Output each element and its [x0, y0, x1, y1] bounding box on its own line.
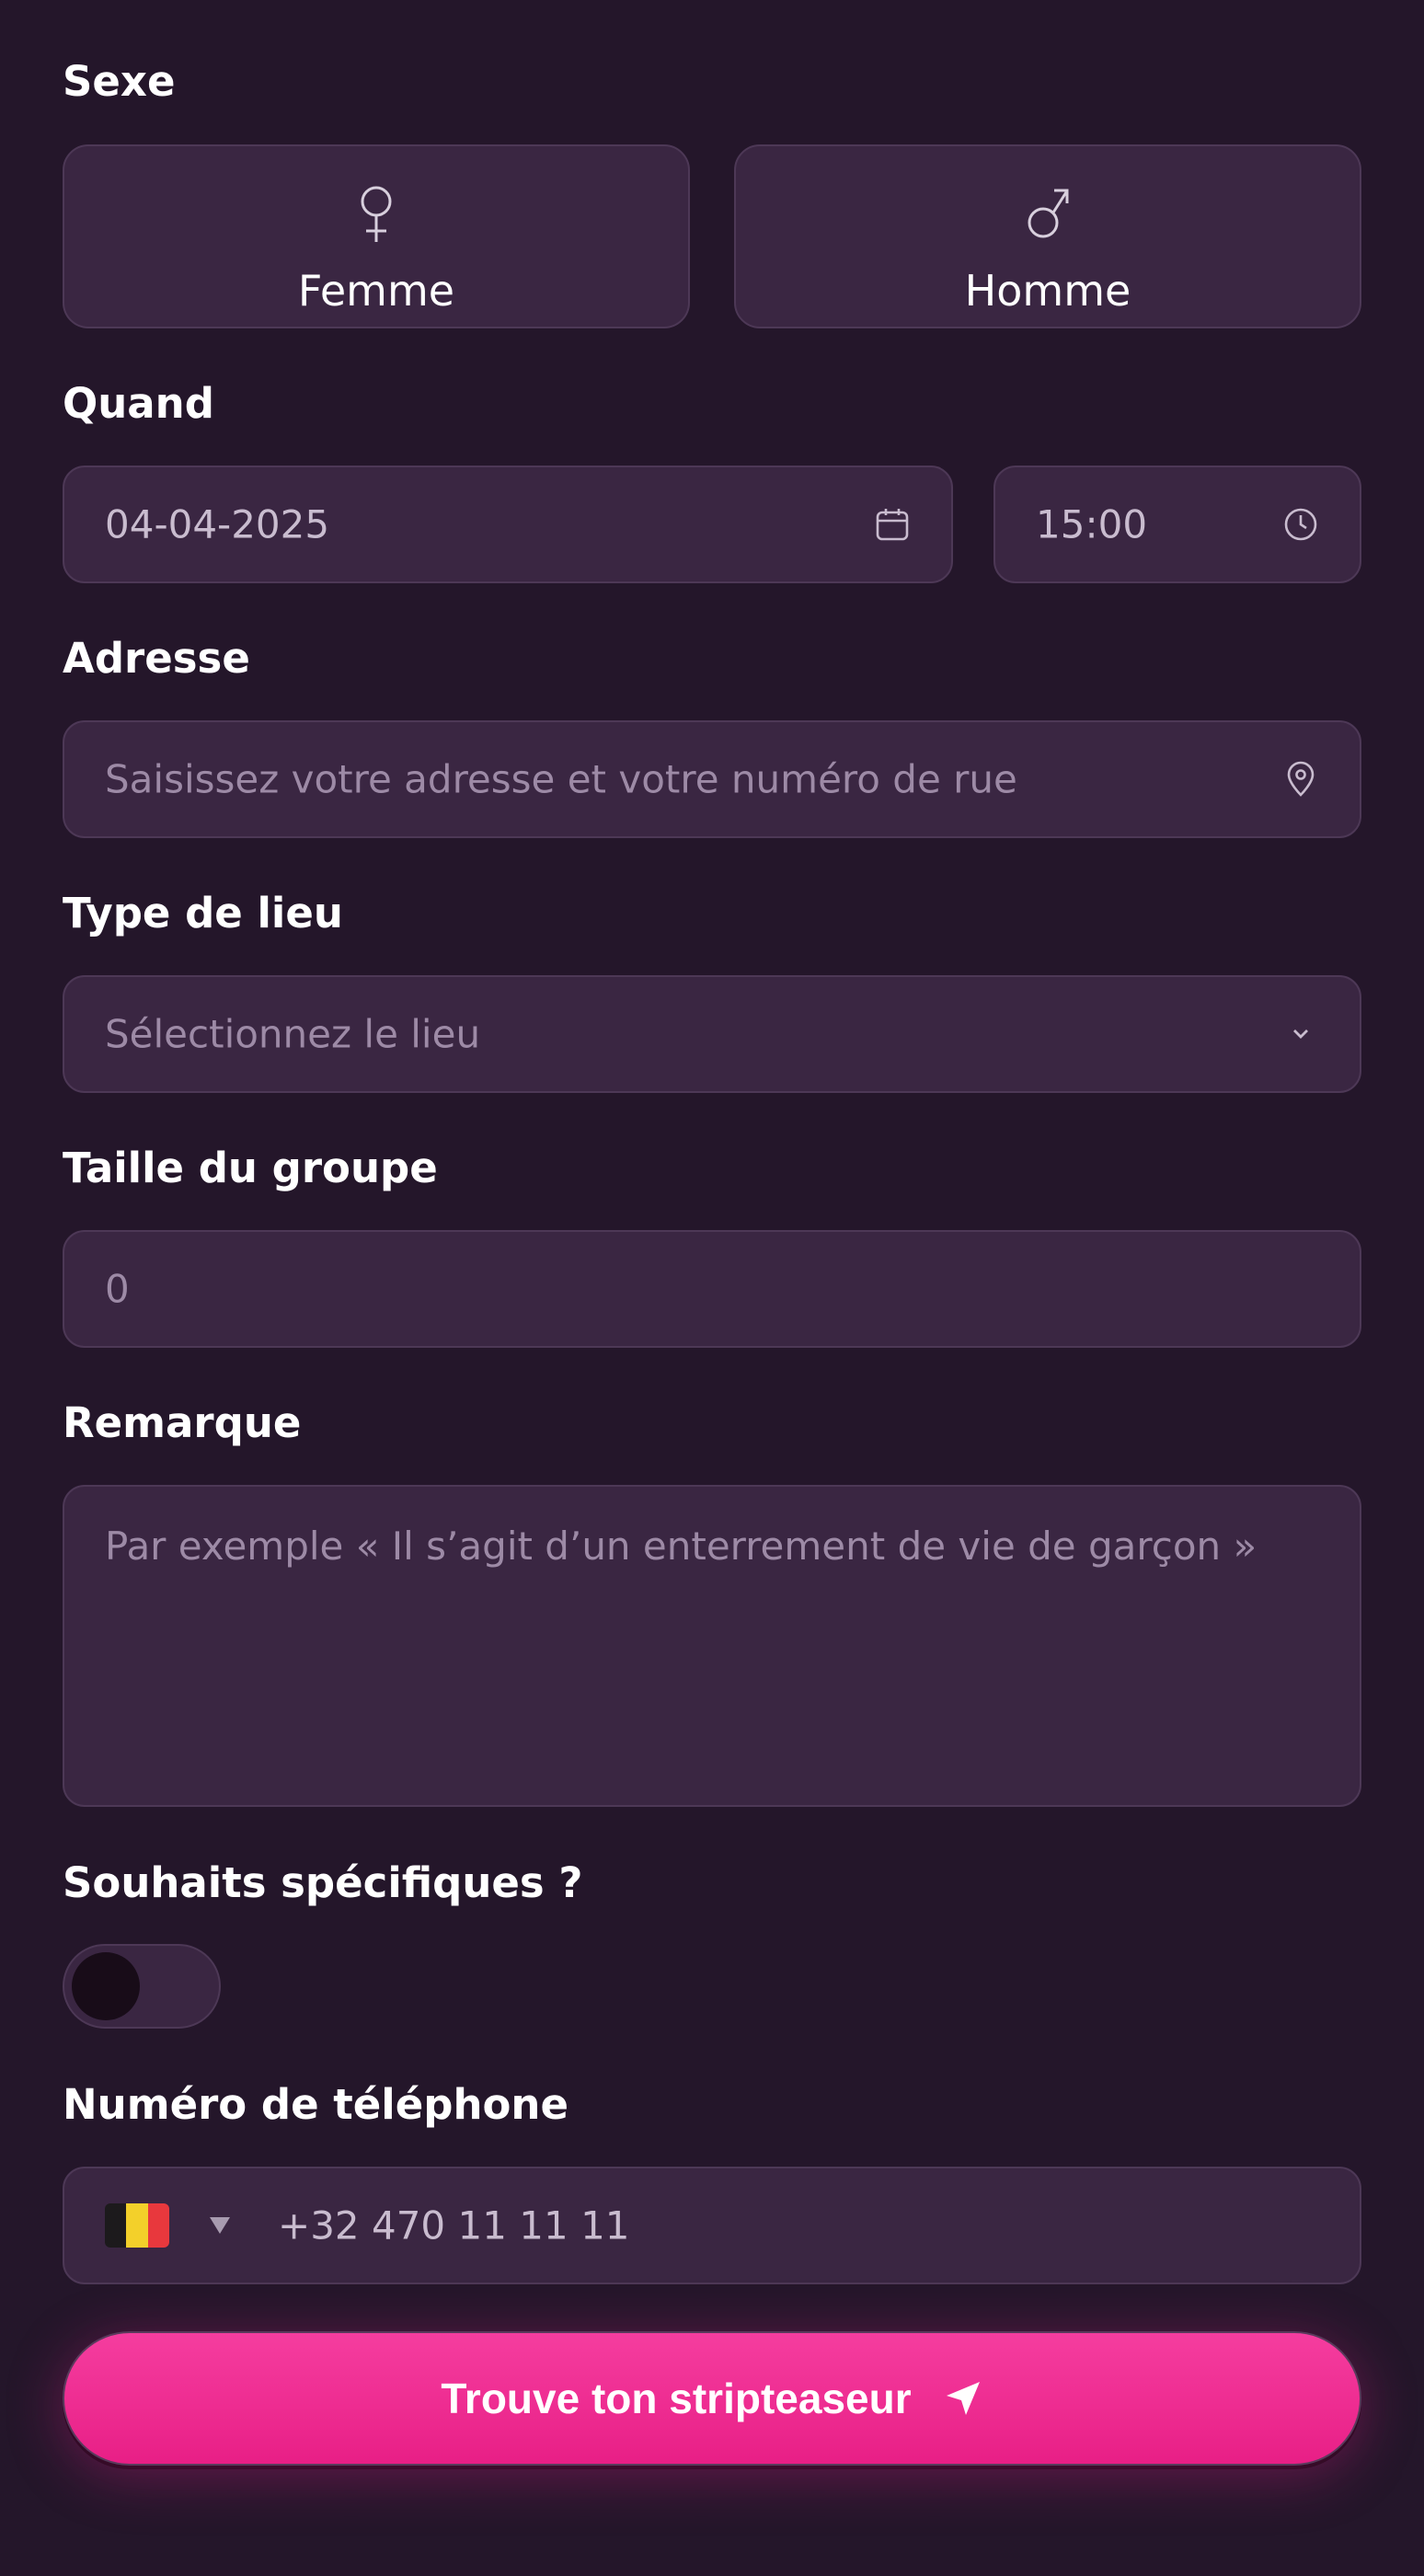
venue-type-select[interactable]: Sélectionnez le lieu: [63, 975, 1361, 1093]
remark-textarea[interactable]: Par exemple « Il s’agit d’un enterrement…: [63, 1485, 1361, 1807]
date-input[interactable]: 04-04-2025: [63, 466, 953, 583]
venue-type-label: Type de lieu: [63, 889, 343, 937]
time-input[interactable]: 15:00: [993, 466, 1361, 583]
location-pin-icon: [1287, 761, 1315, 797]
submit-label: Trouve ton stripteaseur: [441, 2375, 912, 2422]
time-value: 15:00: [1036, 501, 1148, 547]
send-icon: [946, 2382, 980, 2415]
address-input[interactable]: Saisissez votre adresse et votre numéro …: [63, 720, 1361, 838]
belgium-flag-icon[interactable]: [105, 2203, 169, 2248]
gender-male-button[interactable]: Homme: [734, 144, 1361, 328]
group-size-label: Taille du groupe: [63, 1144, 438, 1192]
country-dropdown-caret-icon[interactable]: [210, 2217, 230, 2234]
address-label: Adresse: [63, 634, 250, 683]
group-size-placeholder: 0: [105, 1266, 130, 1312]
phone-input[interactable]: +32 470 11 11 11: [63, 2167, 1361, 2284]
date-value: 04-04-2025: [105, 501, 330, 547]
remark-placeholder: Par exemple « Il s’agit d’un enterrement…: [105, 1524, 1257, 1569]
group-size-input[interactable]: 0: [63, 1230, 1361, 1348]
phone-label: Numéro de téléphone: [63, 2080, 568, 2129]
remark-label: Remarque: [63, 1398, 302, 1447]
submit-button[interactable]: Trouve ton stripteaseur: [63, 2331, 1361, 2466]
clock-icon[interactable]: [1282, 506, 1319, 543]
special-wishes-toggle[interactable]: [63, 1944, 221, 2029]
when-label: Quand: [63, 379, 214, 428]
phone-placeholder: +32 470 11 11 11: [278, 2202, 630, 2248]
chevron-down-icon: [1293, 1029, 1308, 1039]
gender-label: Sexe: [63, 57, 176, 106]
special-wishes-label: Souhaits spécifiques ?: [63, 1858, 583, 1907]
gender-female-label: Femme: [297, 266, 455, 316]
venue-type-placeholder: Sélectionnez le lieu: [105, 1011, 481, 1057]
female-symbol-icon: [361, 186, 392, 242]
gender-female-button[interactable]: Femme: [63, 144, 690, 328]
male-symbol-icon: [1028, 189, 1069, 238]
address-placeholder: Saisissez votre adresse et votre numéro …: [105, 756, 1017, 802]
calendar-icon[interactable]: [874, 506, 911, 543]
gender-male-label: Homme: [964, 266, 1131, 316]
toggle-knob: [72, 1952, 140, 2020]
